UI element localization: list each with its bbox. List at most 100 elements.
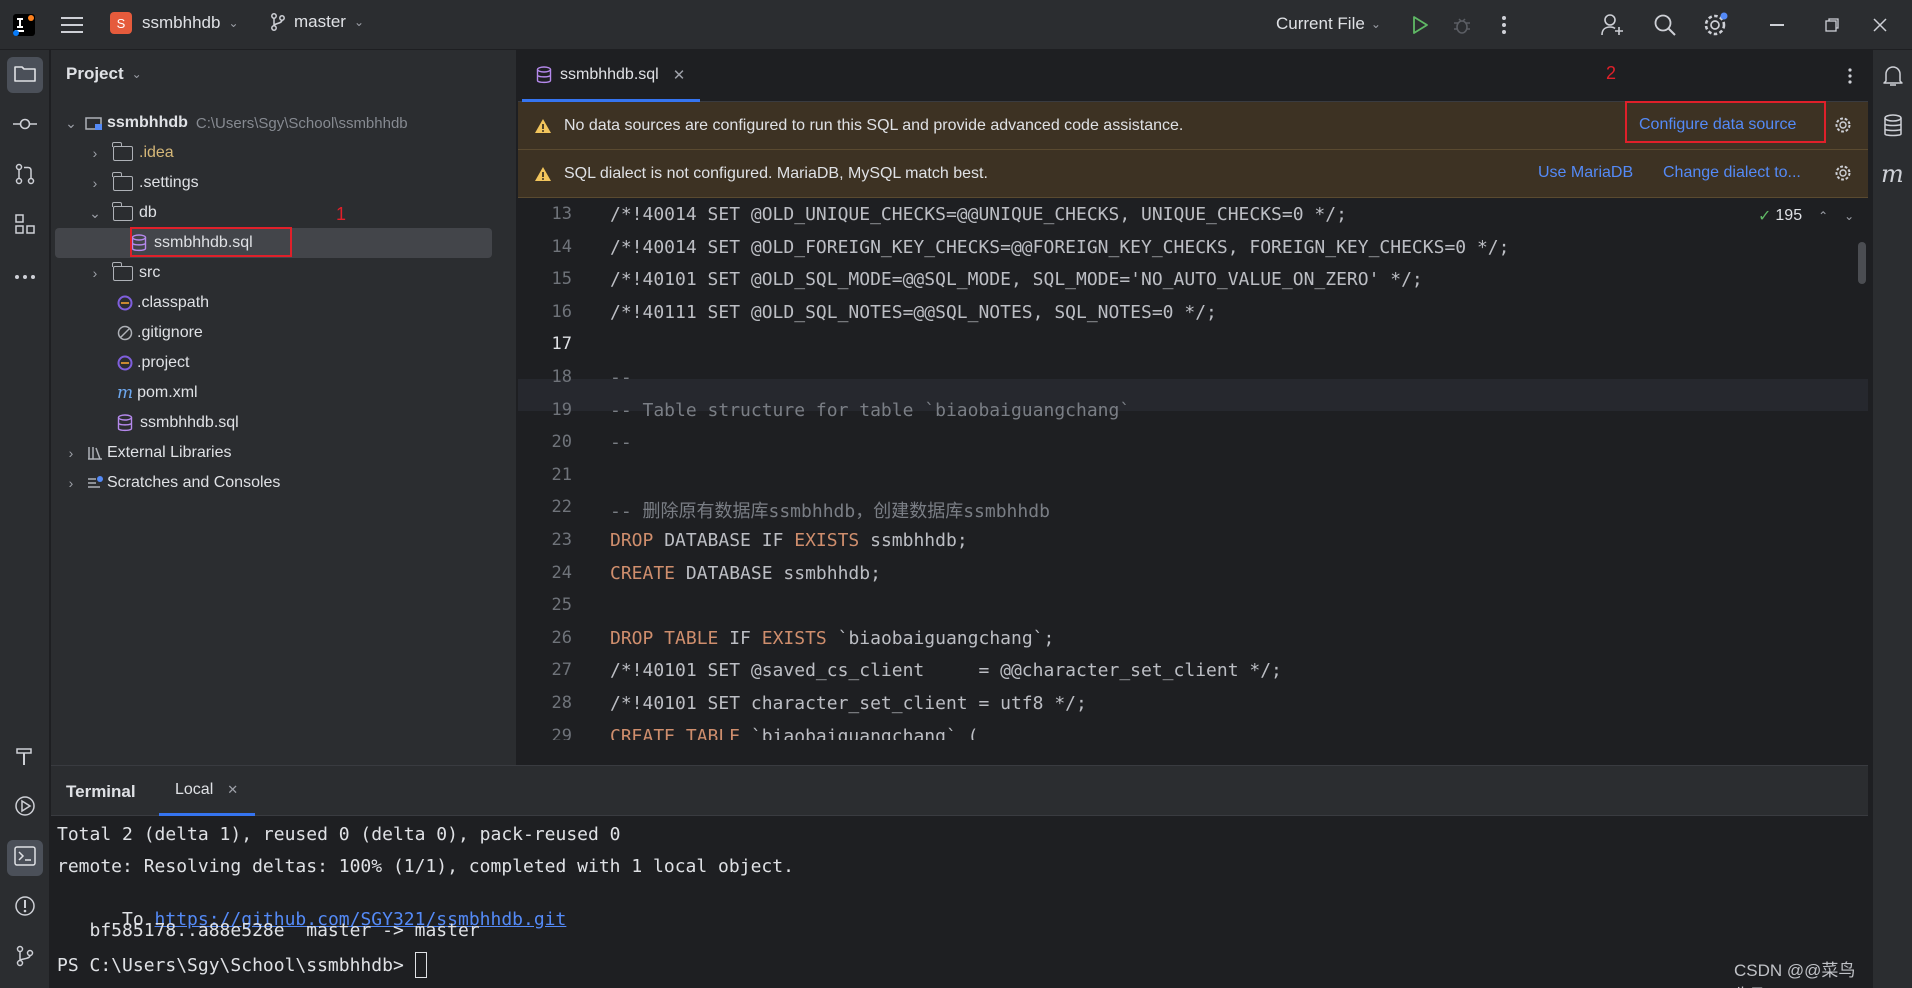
line-number: 18 bbox=[551, 367, 572, 387]
maven-icon[interactable]: m bbox=[1881, 160, 1905, 190]
tree-item-scratches[interactable]: › Scratches and Consoles bbox=[51, 468, 517, 498]
folder-icon bbox=[112, 141, 133, 161]
code-text: /*!40014 SET @OLD_FOREIGN_KEY_CHECKS=@@F… bbox=[610, 236, 1510, 258]
tree-label: .classpath bbox=[137, 294, 210, 311]
problems-tool-button[interactable] bbox=[7, 890, 43, 926]
tree-item-settings[interactable]: › .settings bbox=[51, 168, 517, 198]
tree-item-gitignore[interactable]: .gitignore bbox=[51, 318, 517, 348]
add-user-icon[interactable] bbox=[1600, 12, 1626, 38]
terminal-tool-button[interactable] bbox=[7, 840, 43, 876]
structure-tool-button[interactable] bbox=[7, 208, 43, 244]
notifications-bell-icon[interactable] bbox=[1881, 64, 1905, 88]
code-text: /*!40111 SET @OLD_SQL_NOTES=@@SQL_NOTES,… bbox=[610, 301, 1217, 323]
git-tool-button[interactable] bbox=[7, 940, 43, 976]
chevron-down-icon[interactable]: ⌄ bbox=[1844, 209, 1854, 223]
annotation-box-1 bbox=[130, 227, 292, 257]
terminal-prompt-line[interactable]: PS C:\Users\Sgy\School\ssmbhhdb> bbox=[57, 952, 427, 978]
line-number: 19 bbox=[551, 399, 572, 420]
watermark: CSDN @@菜鸟先飞 bbox=[1734, 961, 1856, 988]
git-icon bbox=[15, 945, 35, 972]
close-tab-icon[interactable]: ✕ bbox=[227, 782, 238, 798]
folder-icon bbox=[112, 201, 133, 221]
terminal-header: Terminal Local ✕ bbox=[51, 766, 1868, 816]
code-text: DATABASE ssmbhhdb; bbox=[675, 562, 881, 584]
project-panel-title: Project bbox=[66, 64, 124, 83]
change-dialect-link[interactable]: Change dialect to... bbox=[1663, 164, 1801, 182]
hammer-icon bbox=[14, 745, 36, 772]
chevron-up-icon[interactable]: ⌃ bbox=[1818, 209, 1828, 223]
settings-gear-icon[interactable] bbox=[1702, 12, 1730, 38]
line-number: 13 bbox=[551, 204, 572, 224]
editor-tab-ssmbhhdb-sql[interactable]: ssmbhhdb.sql ✕ bbox=[522, 50, 700, 102]
chevron-right-icon: › bbox=[68, 445, 74, 461]
main-menu-icon[interactable] bbox=[60, 14, 84, 36]
line-number: 14 bbox=[551, 236, 572, 257]
folder-icon bbox=[14, 64, 36, 87]
more-actions-icon[interactable] bbox=[1496, 14, 1512, 36]
code-text: `biaobaiguangchang` ( bbox=[740, 725, 979, 740]
code-text: /*!40101 SET character_set_client = utf8… bbox=[610, 693, 1087, 714]
project-tool-button[interactable] bbox=[7, 57, 43, 93]
banner-settings-gear-icon[interactable] bbox=[1834, 116, 1852, 134]
editor-scrollbar-thumb[interactable] bbox=[1858, 242, 1866, 284]
chevron-down-icon: ⌄ bbox=[1370, 17, 1381, 31]
search-icon[interactable] bbox=[1652, 12, 1678, 38]
tree-item-pom[interactable]: m pom.xml bbox=[51, 378, 517, 408]
code-editor[interactable]: 13 /*!40014 SET @OLD_UNIQUE_CHECKS=@@UNIQ… bbox=[518, 200, 1868, 740]
commit-tool-button[interactable] bbox=[7, 108, 43, 144]
intellij-logo-icon[interactable] bbox=[12, 13, 36, 37]
tree-label: src bbox=[139, 264, 161, 281]
code-line: DROP DATABASE IF EXISTS ssmbhhdb; bbox=[610, 530, 968, 551]
tree-item-idea[interactable]: › .idea bbox=[51, 138, 517, 168]
database-icon[interactable] bbox=[1881, 114, 1905, 138]
code-text: ssmbhhdb; bbox=[859, 530, 968, 551]
tree-label: .settings bbox=[139, 174, 199, 191]
tree-label: ssmbhhdb.sql bbox=[140, 414, 239, 431]
branch-selector[interactable]: master ⌄ bbox=[270, 12, 364, 32]
project-panel-header[interactable]: Project ⌄ bbox=[66, 64, 142, 84]
annotation-label-2: 2 bbox=[1606, 63, 1617, 83]
tree-label: Scratches and Consoles bbox=[107, 474, 281, 491]
more-tool-windows-button[interactable] bbox=[7, 258, 43, 294]
editor-tab-bar: ssmbhhdb.sql ✕ bbox=[518, 50, 1868, 102]
run-icon[interactable] bbox=[1410, 14, 1430, 36]
chevron-right-icon: › bbox=[92, 175, 98, 191]
line-number: 20 bbox=[551, 432, 572, 453]
tree-item-project[interactable]: .project bbox=[51, 348, 517, 378]
project-selector[interactable]: S ssmbhhdb ⌄ bbox=[110, 12, 239, 34]
line-number: 24 bbox=[551, 562, 572, 583]
line-number: 16 bbox=[551, 301, 572, 322]
tree-item-db[interactable]: ⌄ db bbox=[51, 198, 517, 228]
build-tool-button[interactable] bbox=[7, 740, 43, 776]
folder-icon bbox=[112, 261, 133, 281]
terminal-cursor bbox=[414, 952, 427, 978]
eclipse-file-icon bbox=[117, 295, 133, 311]
debug-icon[interactable] bbox=[1451, 14, 1473, 36]
services-tool-button[interactable] bbox=[7, 790, 43, 826]
warning-icon bbox=[534, 118, 552, 134]
tree-item-root[interactable]: ⌄ ssmbhhdb C:\Users\Sgy\School\ssmbhhdb bbox=[51, 108, 517, 138]
scratches-icon bbox=[87, 475, 103, 491]
tree-item-root-sql[interactable]: ssmbhhdb.sql bbox=[51, 408, 517, 438]
restore-window-icon[interactable] bbox=[1824, 17, 1840, 33]
tree-item-src[interactable]: › src bbox=[51, 258, 517, 288]
chevron-down-icon: ⌄ bbox=[89, 204, 101, 221]
pull-requests-tool-button[interactable] bbox=[7, 158, 43, 194]
terminal-line: bf585178..a88e528e master -> master bbox=[57, 920, 480, 941]
tree-item-classpath[interactable]: .classpath bbox=[51, 288, 517, 318]
terminal-panel: Terminal Local ✕ Total 2 (delta 1), reus… bbox=[51, 765, 1868, 988]
terminal-tab-local[interactable]: Local ✕ bbox=[159, 766, 255, 816]
banner-settings-gear-icon[interactable] bbox=[1834, 164, 1852, 182]
run-configuration-selector[interactable]: Current File ⌄ bbox=[1276, 14, 1381, 34]
project-panel: Project ⌄ ⌄ ssmbhhdb C:\Users\Sgy\School… bbox=[51, 50, 517, 765]
tab-options-icon[interactable] bbox=[1844, 66, 1856, 86]
inspection-widget[interactable]: ✓ 195 ⌃ ⌄ bbox=[1758, 206, 1854, 226]
code-line: -- 删除原有数据库ssmbhhdb，创建数据库ssmbhhdb bbox=[610, 497, 1050, 523]
line-number: 23 bbox=[551, 530, 572, 550]
close-tab-icon[interactable]: ✕ bbox=[673, 66, 686, 84]
minimize-icon[interactable] bbox=[1770, 24, 1784, 26]
use-mariadb-link[interactable]: Use MariaDB bbox=[1538, 164, 1633, 182]
tree-item-external-libraries[interactable]: › External Libraries bbox=[51, 438, 517, 468]
close-window-icon[interactable] bbox=[1872, 17, 1888, 33]
git-branch-icon bbox=[270, 13, 286, 31]
